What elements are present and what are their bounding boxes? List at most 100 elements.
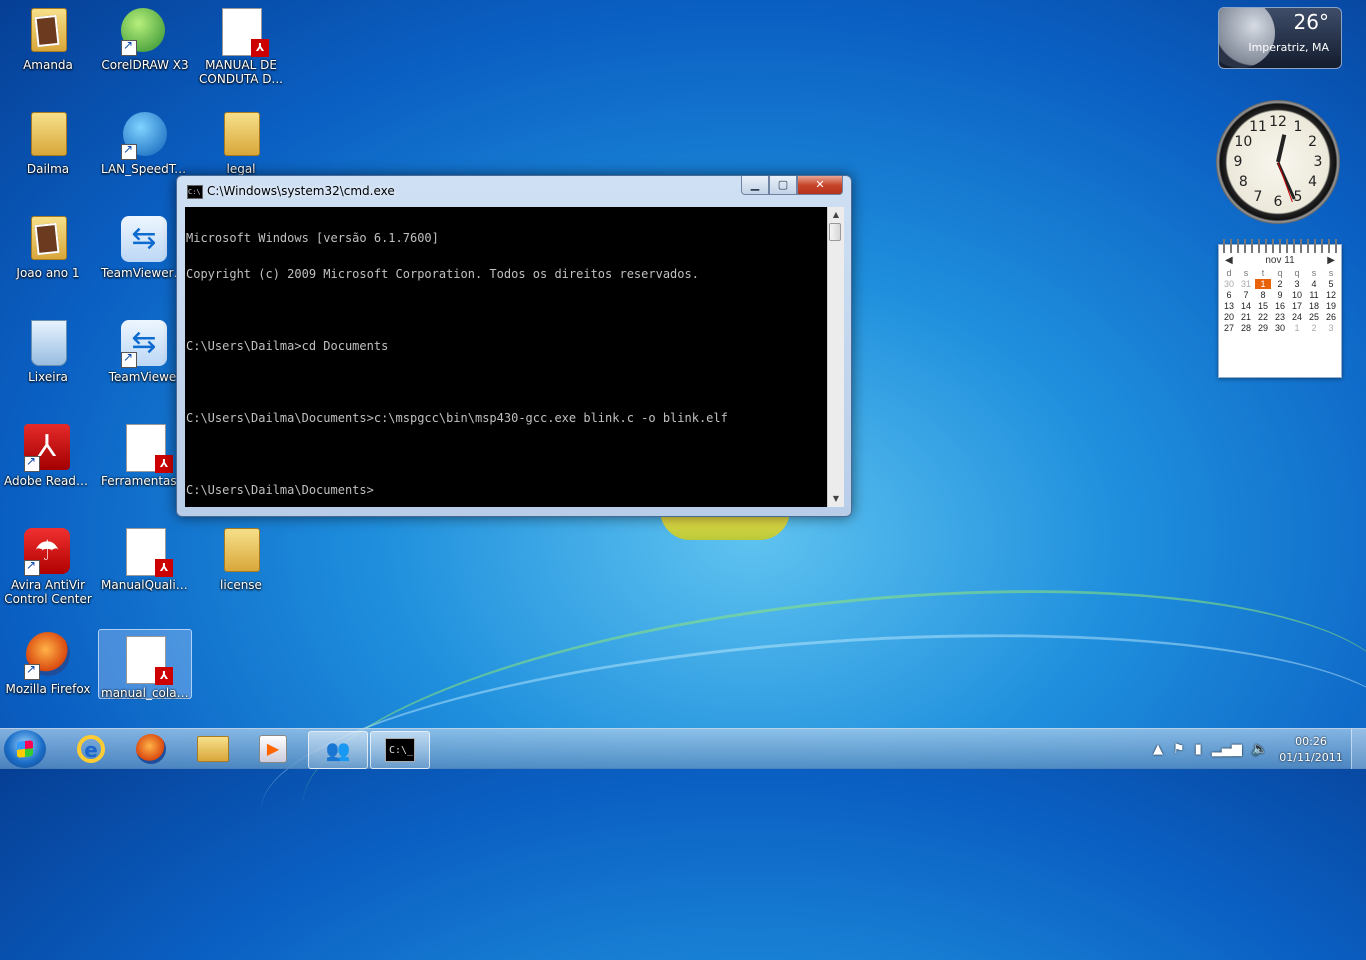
minimize-button[interactable]: ▁ <box>741 176 769 195</box>
action-center-flag-icon[interactable]: ⚑ <box>1173 742 1185 757</box>
calendar-day[interactable]: 23 <box>1272 312 1288 322</box>
calendar-weekday: s <box>1328 268 1334 278</box>
calendar-day[interactable]: 6 <box>1221 290 1237 300</box>
calendar-day[interactable]: 2 <box>1272 279 1288 289</box>
coreldraw-icon <box>121 8 169 56</box>
calendar-gadget[interactable]: ◀ nov 11 ▶ d s t q q s s 30 31 1 2 3 4 5 6 7 8 9 10 11 12 13 1… <box>1218 239 1342 378</box>
calendar-day[interactable]: 29 <box>1255 323 1271 333</box>
folder-icon <box>197 736 229 762</box>
desktop-icon-manual-qualidade[interactable]: ⅄ ManualQualid... <box>99 522 191 618</box>
network-computers-icon <box>121 112 169 160</box>
next-month-button[interactable]: ▶ <box>1327 255 1335 266</box>
shortcut-arrow-icon <box>121 38 137 56</box>
scroll-down-icon[interactable]: ▼ <box>828 491 844 507</box>
system-tray: ▲ ⚑ ▮ ▂▄▆ 🔈 <box>1148 729 1273 769</box>
icon-label: Joao ano 1 <box>16 266 80 280</box>
calendar-day[interactable]: 20 <box>1221 312 1237 322</box>
title-bar[interactable]: C:\ C:\Windows\system32\cmd.exe ▁ ▢ ✕ <box>177 176 851 206</box>
console-output[interactable]: Microsoft Windows [versão 6.1.7600] Copy… <box>185 207 827 507</box>
calendar-day[interactable]: 27 <box>1221 323 1237 333</box>
calendar-day[interactable]: 16 <box>1272 301 1288 311</box>
taskbar-date: 01/11/2011 <box>1279 751 1343 764</box>
calendar-day[interactable]: 13 <box>1221 301 1237 311</box>
desktop-icon-amanda[interactable]: Amanda <box>2 2 94 98</box>
calendar-day[interactable]: 8 <box>1255 290 1271 300</box>
calendar-day[interactable]: 4 <box>1306 279 1322 289</box>
calendar-day[interactable]: 7 <box>1238 290 1254 300</box>
shortcut-arrow-icon <box>121 142 137 160</box>
calendar-day[interactable]: 17 <box>1289 301 1305 311</box>
calendar-weekday: q <box>1277 268 1283 278</box>
shortcut-arrow-icon <box>121 350 137 368</box>
calendar-day[interactable]: 10 <box>1289 290 1305 300</box>
taskbar-explorer[interactable] <box>184 731 242 767</box>
volume-icon[interactable]: 🔈 <box>1252 742 1268 757</box>
scroll-up-icon[interactable]: ▲ <box>828 207 844 223</box>
vertical-scrollbar[interactable]: ▲ ▼ <box>827 207 844 507</box>
desktop-icon-dailma[interactable]: Dailma <box>2 106 94 202</box>
desktop-icon-firefox[interactable]: Mozilla Firefox <box>2 626 94 722</box>
folder-icon <box>217 112 265 160</box>
calendar-day[interactable]: 22 <box>1255 312 1271 322</box>
desktop-icon-joao-ano-1[interactable]: Joao ano 1 <box>2 210 94 306</box>
clock-gadget[interactable]: 12 1 2 3 4 5 6 7 8 9 10 11 <box>1216 100 1340 224</box>
desktop-icon-manual-colaborador[interactable]: ⅄ manual_colabo... <box>98 629 192 700</box>
calendar-day[interactable]: 5 <box>1323 279 1339 289</box>
desktop-icon-coreldraw[interactable]: CorelDRAW X3 <box>99 2 191 98</box>
network-signal-icon[interactable]: ▂▄▆ <box>1212 742 1242 757</box>
taskbar-clock[interactable]: 00:26 01/11/2011 <box>1276 734 1346 766</box>
weather-temperature: 26° <box>1293 10 1329 34</box>
cmd-window[interactable]: C:\ C:\Windows\system32\cmd.exe ▁ ▢ ✕ Mi… <box>176 175 852 517</box>
calendar-day[interactable]: 28 <box>1238 323 1254 333</box>
taskbar-firefox[interactable] <box>122 731 180 767</box>
calendar-day[interactable]: 24 <box>1289 312 1305 322</box>
taskbar-media-player[interactable]: ▶ <box>244 731 302 767</box>
console-line: C:\Users\Dailma\Documents> <box>186 483 374 497</box>
calendar-day[interactable]: 1 <box>1289 323 1305 333</box>
calendar-day[interactable]: 2 <box>1306 323 1322 333</box>
taskbar-cmd[interactable]: C:\_ <box>370 731 430 769</box>
show-desktop-button[interactable] <box>1351 729 1366 769</box>
calendar-day[interactable]: 25 <box>1306 312 1322 322</box>
calendar-weekday: q <box>1294 268 1300 278</box>
clock-number: 7 <box>1253 188 1263 205</box>
calendar-month: nov 11 <box>1265 255 1295 266</box>
calendar-day[interactable]: 30 <box>1221 279 1237 289</box>
calendar-day[interactable]: 3 <box>1289 279 1305 289</box>
calendar-day[interactable]: 30 <box>1272 323 1288 333</box>
calendar-day[interactable]: 19 <box>1323 301 1339 311</box>
clock-number: 2 <box>1308 134 1318 150</box>
show-hidden-icons-icon[interactable]: ▲ <box>1153 742 1163 757</box>
desktop-icon-manual-de-conduta[interactable]: ⅄ MANUAL DE CONDUTA D... <box>195 2 287 98</box>
weather-gadget[interactable]: 26° Imperatriz, MA <box>1218 7 1342 69</box>
icon-label: MANUAL DE CONDUTA D... <box>199 58 283 86</box>
internet-explorer-icon: e <box>77 735 105 763</box>
calendar-day[interactable]: 1 <box>1255 279 1271 289</box>
start-button[interactable] <box>4 730 46 768</box>
desktop-icon-adobe-reader[interactable]: ⅄ Adobe Reader 9 <box>2 418 94 514</box>
taskbar-user-accounts[interactable]: 👥 <box>308 731 368 769</box>
desktop-icon-lixeira[interactable]: Lixeira <box>2 314 94 410</box>
calendar-day[interactable]: 26 <box>1323 312 1339 322</box>
calendar-day[interactable]: 14 <box>1238 301 1254 311</box>
teamviewer-icon: ⇆ <box>121 320 169 368</box>
calendar-day[interactable]: 18 <box>1306 301 1322 311</box>
desktop-icon-license[interactable]: license <box>195 522 287 618</box>
calendar-day[interactable]: 11 <box>1306 290 1322 300</box>
pdf-document-icon: ⅄ <box>121 636 173 685</box>
close-button[interactable]: ✕ <box>797 176 843 195</box>
taskbar-internet-explorer[interactable]: e <box>62 731 120 767</box>
calendar-day[interactable]: 21 <box>1238 312 1254 322</box>
calendar-day[interactable]: 31 <box>1238 279 1254 289</box>
cmd-icon: C:\ <box>187 185 203 199</box>
prev-month-button[interactable]: ◀ <box>1225 255 1233 266</box>
calendar-day[interactable]: 12 <box>1323 290 1339 300</box>
maximize-button[interactable]: ▢ <box>769 176 797 195</box>
desktop-icon-avira[interactable]: ☂ Avira AntiVir Control Center <box>2 522 94 618</box>
calendar-day[interactable]: 9 <box>1272 290 1288 300</box>
calendar-day[interactable]: 15 <box>1255 301 1271 311</box>
battery-icon[interactable]: ▮ <box>1195 742 1202 757</box>
pdf-document-icon: ⅄ <box>217 8 269 57</box>
calendar-day[interactable]: 3 <box>1323 323 1339 333</box>
scroll-thumb[interactable] <box>829 223 841 241</box>
